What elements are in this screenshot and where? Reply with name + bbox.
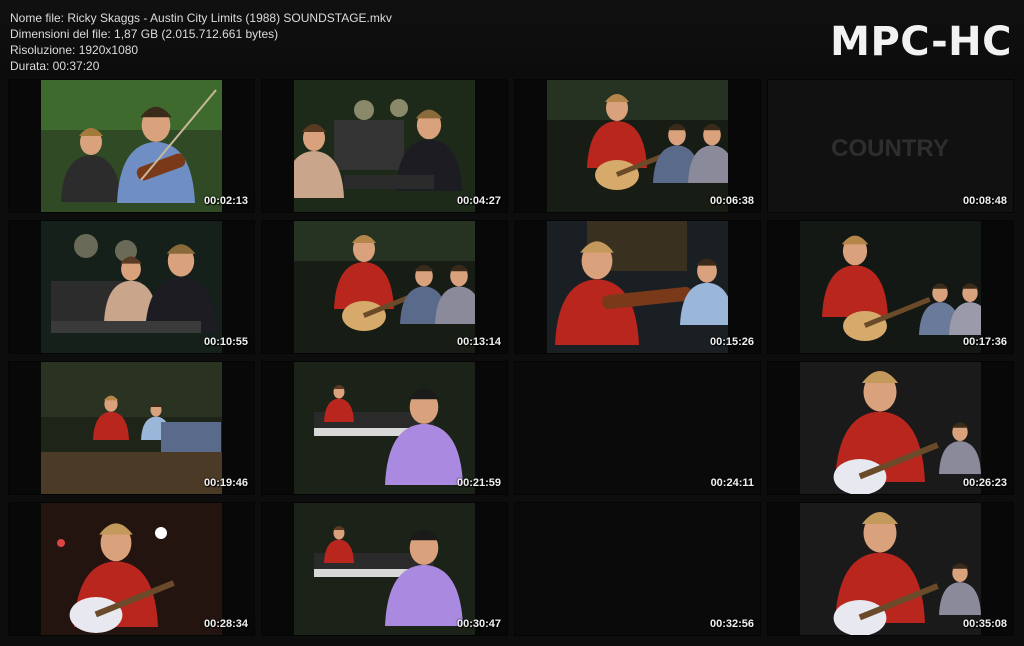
thumbnail: 00:26:23 — [768, 362, 1013, 494]
video-frame — [547, 80, 728, 212]
video-frame — [41, 503, 222, 635]
video-frame — [800, 362, 981, 494]
thumbnail: 00:13:14 — [262, 221, 507, 353]
thumbnail: 00:10:55 — [9, 221, 254, 353]
thumbnail: 00:19:46 — [9, 362, 254, 494]
timestamp-label: 00:32:56 — [709, 618, 754, 630]
timestamp-label: 00:08:48 — [962, 195, 1007, 207]
video-frame — [41, 221, 222, 353]
timestamp-label: 00:06:38 — [709, 195, 754, 207]
thumbnail: 00:02:13 — [9, 80, 254, 212]
video-frame — [515, 503, 760, 635]
thumbnail: 00:35:08 — [768, 503, 1013, 635]
video-frame: COUNTRY — [768, 80, 1013, 212]
timestamp-label: 00:19:46 — [203, 477, 248, 489]
video-frame — [294, 221, 475, 353]
thumbnail: 00:17:36 — [768, 221, 1013, 353]
timestamp-label: 00:02:13 — [203, 195, 248, 207]
timestamp-label: 00:24:11 — [710, 477, 754, 489]
video-frame — [800, 221, 981, 353]
timestamp-label: 00:15:26 — [709, 336, 754, 348]
timestamp-label: 00:30:47 — [456, 618, 501, 630]
title-card-text: COUNTRY — [831, 135, 949, 162]
timestamp-label: 00:10:55 — [203, 336, 248, 348]
video-frame — [294, 80, 475, 212]
timestamp-label: 00:13:14 — [456, 336, 501, 348]
timestamp-label: 00:04:27 — [456, 195, 501, 207]
thumbnail: 00:15:26 — [515, 221, 760, 353]
thumbnail: 00:32:56 — [515, 503, 760, 635]
thumbnail: 00:04:27 — [262, 80, 507, 212]
video-frame — [41, 80, 222, 212]
thumbnail: 00:24:11 — [515, 362, 760, 494]
timestamp-label: 00:28:34 — [203, 618, 248, 630]
thumbnail-grid: 00:02:13 00:04:27 00:06:38 COUNTRY 00:08:… — [0, 0, 1024, 646]
video-frame — [41, 362, 222, 494]
timestamp-label: 00:21:59 — [456, 477, 501, 489]
timestamp-label: 00:35:08 — [962, 618, 1007, 630]
timestamp-label: 00:26:23 — [962, 477, 1007, 489]
thumbnail: COUNTRY 00:08:48 — [768, 80, 1013, 212]
video-frame — [294, 362, 475, 494]
video-frame — [294, 503, 475, 635]
timestamp-label: 00:17:36 — [962, 336, 1007, 348]
video-frame — [515, 362, 760, 494]
video-frame — [547, 221, 728, 353]
thumbnail: 00:06:38 — [515, 80, 760, 212]
thumbnail: 00:28:34 — [9, 503, 254, 635]
thumbnail: 00:30:47 — [262, 503, 507, 635]
video-frame — [800, 503, 981, 635]
thumbnail: 00:21:59 — [262, 362, 507, 494]
